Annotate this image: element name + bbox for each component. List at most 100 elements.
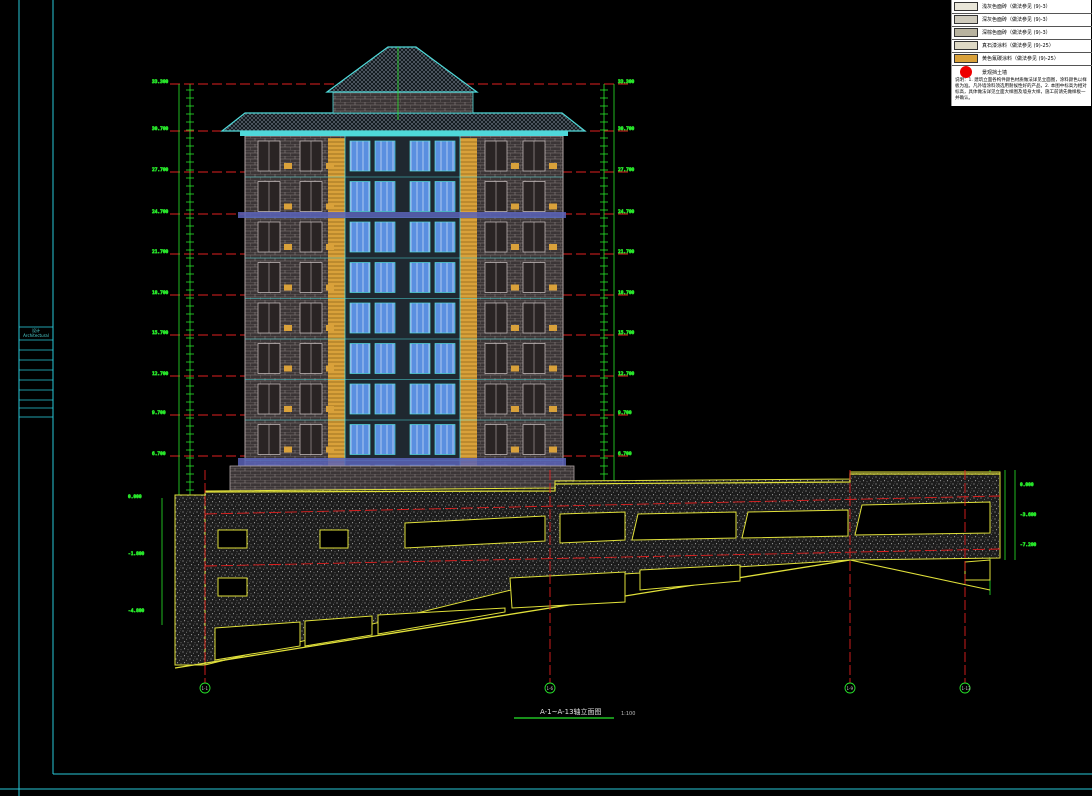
- basement-window: [217, 577, 248, 597]
- balcony-window: [434, 221, 456, 253]
- elevation-label-left: 33.300: [152, 79, 169, 85]
- material-legend: 浅灰色面砖（做法参见 (9)-3） 深灰色面砖（做法参见 (9)-3） 深棕色面砖（…: [951, 0, 1092, 106]
- elevation-label-right: 27.700: [618, 167, 635, 173]
- elevation-label-right: 24.700: [618, 209, 635, 215]
- legend-row: 真石漆涂料（做法参见 (9)-25）: [952, 39, 1092, 53]
- elevation-label-basement: 0.000: [128, 494, 142, 500]
- basement-void: [964, 559, 991, 581]
- balcony-window: [374, 302, 396, 334]
- elevation-label-right: 18.700: [618, 290, 635, 296]
- left-panel-label: 设计 Architectural: [20, 328, 52, 338]
- balcony-window: [374, 424, 396, 455]
- ac-unit: [511, 284, 519, 291]
- ac-unit: [284, 325, 292, 331]
- legend-row: 浅灰色面砖（做法参见 (9)-3）: [952, 0, 1092, 14]
- axis-label: 1-6: [547, 686, 554, 691]
- ac-unit: [511, 325, 519, 331]
- legend-swatch: [954, 54, 978, 63]
- elevation-label-basement: -1.800: [128, 551, 145, 557]
- balcony-window: [349, 221, 371, 253]
- elevation-label-right-basement: -3.600: [1020, 512, 1037, 518]
- elevation-label-left: 24.700: [152, 209, 169, 215]
- ac-unit: [511, 244, 519, 250]
- legend-swatch: [954, 41, 978, 50]
- ac-unit: [326, 325, 334, 331]
- ac-unit: [284, 284, 292, 291]
- balcony-window: [349, 302, 371, 334]
- title-block: [18, 326, 54, 418]
- basement-window: [217, 529, 248, 549]
- balcony-window: [409, 140, 431, 172]
- ac-unit: [284, 203, 292, 210]
- balcony-window: [434, 383, 456, 415]
- tower-building: [244, 135, 564, 502]
- balcony-window: [434, 262, 456, 293]
- balcony-window: [409, 302, 431, 334]
- ac-unit: [326, 163, 334, 169]
- drawing-title: A-1~A-13轴立面图: [540, 707, 602, 716]
- elevation-label-right: 6.700: [618, 451, 632, 457]
- elevation-label-right: 21.700: [618, 249, 635, 255]
- red-circle-icon: [960, 66, 972, 78]
- legend-label: 黄色氟碳涂料（做法参见 (9)-25）: [982, 56, 1059, 62]
- elevation-label-left: 21.700: [152, 249, 169, 255]
- ac-unit: [284, 365, 292, 372]
- ac-unit: [284, 406, 292, 412]
- ac-unit: [511, 203, 519, 210]
- balcony-window: [434, 302, 456, 334]
- balcony-window: [374, 221, 396, 253]
- elevation-label-right: 33.300: [618, 79, 635, 85]
- legend-row: 黄色氟碳涂料（做法参见 (9)-25）: [952, 52, 1092, 66]
- ac-unit: [549, 446, 557, 453]
- balcony-window: [349, 140, 371, 172]
- balcony-window: [434, 140, 456, 172]
- elevation-label-right-basement: 0.000: [1020, 482, 1034, 488]
- balcony-window: [409, 383, 431, 415]
- balcony-window: [374, 181, 396, 212]
- orange-column-left: [328, 138, 345, 490]
- basement-section: [174, 471, 1001, 669]
- basement-void: [741, 509, 849, 539]
- ac-unit: [549, 325, 557, 331]
- basement-void: [854, 501, 991, 536]
- legend-row: 深棕色面砖（做法参见 (9)-3）: [952, 26, 1092, 40]
- balcony-window: [349, 383, 371, 415]
- balcony-window: [349, 424, 371, 455]
- ac-unit: [326, 284, 334, 291]
- balcony-window: [374, 343, 396, 374]
- elevation-label-left: 30.700: [152, 126, 169, 132]
- ac-unit: [326, 203, 334, 210]
- drawing-title-group: A-1~A-13轴立面图 1:100: [514, 707, 635, 719]
- legend-label: 深棕色面砖（做法参见 (9)-3）: [982, 30, 1051, 36]
- balcony-window: [409, 181, 431, 212]
- balcony-window: [349, 262, 371, 293]
- balcony-window: [374, 262, 396, 293]
- elevation-label-right: 15.700: [618, 330, 635, 336]
- axis-label: 1-9: [847, 686, 854, 691]
- legend-swatch: [954, 2, 978, 11]
- basement-void: [631, 511, 737, 541]
- elevation-label-left: 18.700: [152, 290, 169, 296]
- legend-note: 说明：1. 建筑立面各构件颜色材质做法详见立面图，涂料颜色以样板为准。凡外墙涂料…: [955, 78, 1087, 101]
- orange-column-right: [460, 138, 477, 490]
- balcony-window: [409, 424, 431, 455]
- ac-unit: [549, 203, 557, 210]
- balcony-window: [374, 140, 396, 172]
- balcony-window: [349, 343, 371, 374]
- balcony-window: [409, 343, 431, 374]
- ac-unit: [326, 244, 334, 250]
- elevation-label-right: 30.700: [618, 126, 635, 132]
- ac-unit: [549, 244, 557, 250]
- ac-unit: [549, 406, 557, 412]
- ac-unit: [511, 163, 519, 169]
- elevation-label-right-basement: -7.200: [1020, 542, 1037, 548]
- elevation-label-basement: -4.800: [128, 608, 145, 614]
- legend-label: 真石漆涂料（做法参见 (9)-25）: [982, 43, 1054, 49]
- legend-label: 浅灰色面砖（做法参见 (9)-3）: [982, 4, 1051, 10]
- ac-unit: [549, 163, 557, 169]
- axis-label: 1-13: [962, 686, 972, 691]
- ac-unit: [326, 365, 334, 372]
- balcony-window: [434, 181, 456, 212]
- left-panel-sub: Architectural: [23, 333, 49, 338]
- ac-unit: [284, 446, 292, 453]
